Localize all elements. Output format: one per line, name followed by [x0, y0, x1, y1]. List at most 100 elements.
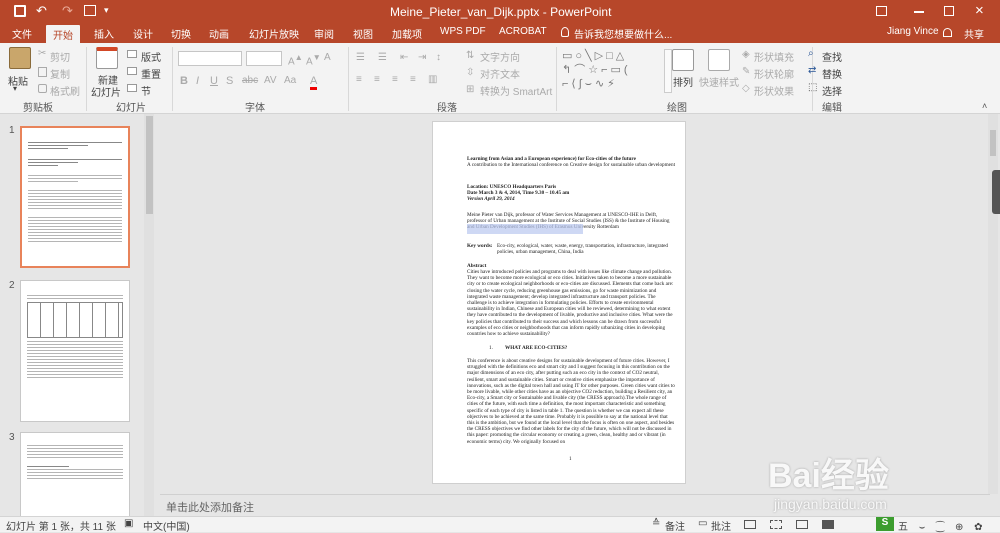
copy-icon[interactable]	[38, 67, 47, 77]
shape-effects-button[interactable]: 形状效果	[754, 83, 794, 98]
comments-toggle[interactable]: 批注	[711, 518, 731, 533]
reset-button[interactable]: 重置	[141, 66, 161, 81]
numbering-icon[interactable]: ☰	[378, 52, 387, 63]
collapse-ribbon-icon[interactable]: ˄	[982, 101, 987, 111]
shape-outline-icon[interactable]: ✎	[742, 66, 750, 77]
reading-view-icon[interactable]	[796, 520, 808, 529]
tell-me-search[interactable]: 告诉我您想要做什么...	[574, 26, 672, 41]
normal-view-icon[interactable]	[744, 520, 756, 529]
bold-icon[interactable]: B	[180, 75, 188, 87]
redo-icon[interactable]: ↷	[62, 3, 73, 19]
paste-dropdown-icon[interactable]: ▾	[13, 84, 17, 93]
align-text-button[interactable]: 对齐文本	[480, 66, 520, 81]
columns-icon[interactable]: ▥	[428, 74, 437, 85]
layout-icon[interactable]	[127, 50, 137, 58]
shape-outline-button[interactable]: 形状轮廓	[754, 66, 794, 81]
underline-icon[interactable]: U	[210, 75, 218, 87]
thumbnail-scroll-thumb[interactable]	[146, 116, 153, 214]
tab-acrobat[interactable]: ACROBAT	[499, 26, 547, 37]
section-button[interactable]: 节	[141, 83, 151, 98]
format-painter-icon[interactable]	[38, 84, 47, 93]
decrease-font-icon[interactable]: A▼	[306, 52, 321, 67]
input-method-icon[interactable]: S	[876, 517, 894, 531]
ime-toolbar[interactable]: 五 ⌣ ⁐ ⊕ ✿	[898, 518, 987, 533]
new-slide-label-2[interactable]: 幻灯片	[91, 84, 121, 99]
bullets-icon[interactable]: ☰	[356, 52, 365, 63]
gallery-scroll[interactable]	[664, 49, 672, 93]
increase-indent-icon[interactable]: ⇥	[418, 52, 426, 63]
tab-slideshow[interactable]: 幻灯片放映	[249, 26, 299, 41]
minimize-icon[interactable]	[914, 11, 924, 13]
font-color-icon[interactable]: A	[310, 75, 318, 90]
replace-button[interactable]: 替换	[822, 66, 842, 81]
smartart-icon[interactable]: ⊞	[466, 84, 474, 95]
quick-styles-button[interactable]: 快速样式	[699, 74, 739, 89]
find-button[interactable]: 查找	[822, 49, 842, 64]
tab-review[interactable]: 审阅	[314, 26, 334, 41]
new-slide-icon[interactable]	[96, 47, 118, 69]
shadow-icon[interactable]: S	[226, 75, 233, 87]
select-icon[interactable]: ⬚	[808, 82, 817, 93]
section-icon[interactable]	[127, 84, 137, 92]
slide-thumbnail-1[interactable]	[20, 126, 130, 268]
tab-view[interactable]: 视图	[353, 26, 373, 41]
tab-home[interactable]: 开始	[46, 25, 80, 43]
italic-icon[interactable]: I	[196, 75, 199, 87]
format-painter-button[interactable]: 格式刷	[50, 83, 80, 98]
close-icon[interactable]: ×	[975, 2, 984, 19]
quick-styles-icon[interactable]	[708, 49, 730, 71]
decrease-indent-icon[interactable]: ⇤	[400, 52, 408, 63]
slide-thumbnail-3[interactable]	[20, 432, 130, 518]
font-size-dropdown[interactable]	[246, 51, 282, 66]
clear-format-icon[interactable]: A	[324, 52, 331, 63]
paste-icon[interactable]	[9, 47, 31, 69]
reset-icon[interactable]	[127, 67, 137, 75]
increase-font-icon[interactable]: A▲	[288, 52, 303, 67]
replace-icon[interactable]: ⇄	[808, 65, 816, 76]
tab-addins[interactable]: 加载项	[392, 26, 422, 41]
tab-transitions[interactable]: 切换	[171, 26, 191, 41]
line-spacing-icon[interactable]: ↕	[436, 52, 441, 63]
slide-canvas[interactable]: Learning from Asian and a European exper…	[432, 121, 686, 484]
tab-file[interactable]: 文件	[12, 26, 32, 41]
language-indicator[interactable]: 中文(中国)	[143, 518, 190, 533]
presenter-icon[interactable]	[84, 5, 96, 16]
user-name[interactable]: Jiang Vince	[887, 26, 939, 37]
shapes-gallery[interactable]: ▭○╲▷□△ ↰⌒☆⌐▭(⌐⟨∫⌣∿⚡	[562, 49, 662, 93]
save-icon[interactable]	[14, 5, 26, 17]
slide-sorter-icon[interactable]	[770, 520, 782, 529]
align-left-icon[interactable]: ≡	[356, 74, 362, 85]
paste-button[interactable]: 粘贴	[8, 73, 28, 88]
align-text-icon[interactable]: ⇳	[466, 67, 474, 78]
justify-icon[interactable]: ≡	[410, 74, 416, 85]
ribbon-display-icon[interactable]	[876, 6, 887, 16]
slide-thumbnail-2[interactable]	[20, 280, 130, 422]
maximize-icon[interactable]	[944, 6, 954, 16]
text-direction-button[interactable]: 文字方向	[480, 49, 520, 64]
tab-wps-pdf[interactable]: WPS PDF	[440, 26, 486, 37]
shape-effects-icon[interactable]: ◇	[742, 83, 750, 94]
notes-icon[interactable]: ≙	[652, 518, 660, 529]
notes-toggle[interactable]: 备注	[665, 518, 685, 533]
cut-button[interactable]: 剪切	[50, 49, 70, 64]
select-button[interactable]: 选择	[822, 83, 842, 98]
share-icon[interactable]	[943, 28, 952, 37]
copy-button[interactable]: 复制	[50, 66, 70, 81]
tab-insert[interactable]: 插入	[94, 26, 114, 41]
align-right-icon[interactable]: ≡	[392, 74, 398, 85]
center-icon[interactable]: ≡	[374, 74, 380, 85]
canvas-scroll-thumb[interactable]	[990, 130, 996, 156]
notes-placeholder[interactable]: 单击此处添加备注	[166, 499, 254, 515]
strikethrough-icon[interactable]: abc	[242, 75, 258, 86]
shape-fill-icon[interactable]: ◈	[742, 49, 750, 60]
spellcheck-icon[interactable]: ▣	[124, 518, 133, 529]
find-icon[interactable]: ⌕	[808, 48, 814, 59]
cut-icon[interactable]: ✂	[38, 48, 46, 59]
share-button[interactable]: 共享	[964, 26, 984, 41]
char-spacing-icon[interactable]: AV	[264, 75, 277, 86]
text-direction-icon[interactable]: ⇅	[466, 50, 474, 61]
customize-qat-icon[interactable]: ▾	[104, 5, 109, 16]
change-case-icon[interactable]: Aa	[284, 75, 296, 86]
tab-animations[interactable]: 动画	[209, 26, 229, 41]
smartart-button[interactable]: 转换为 SmartArt	[480, 83, 552, 98]
